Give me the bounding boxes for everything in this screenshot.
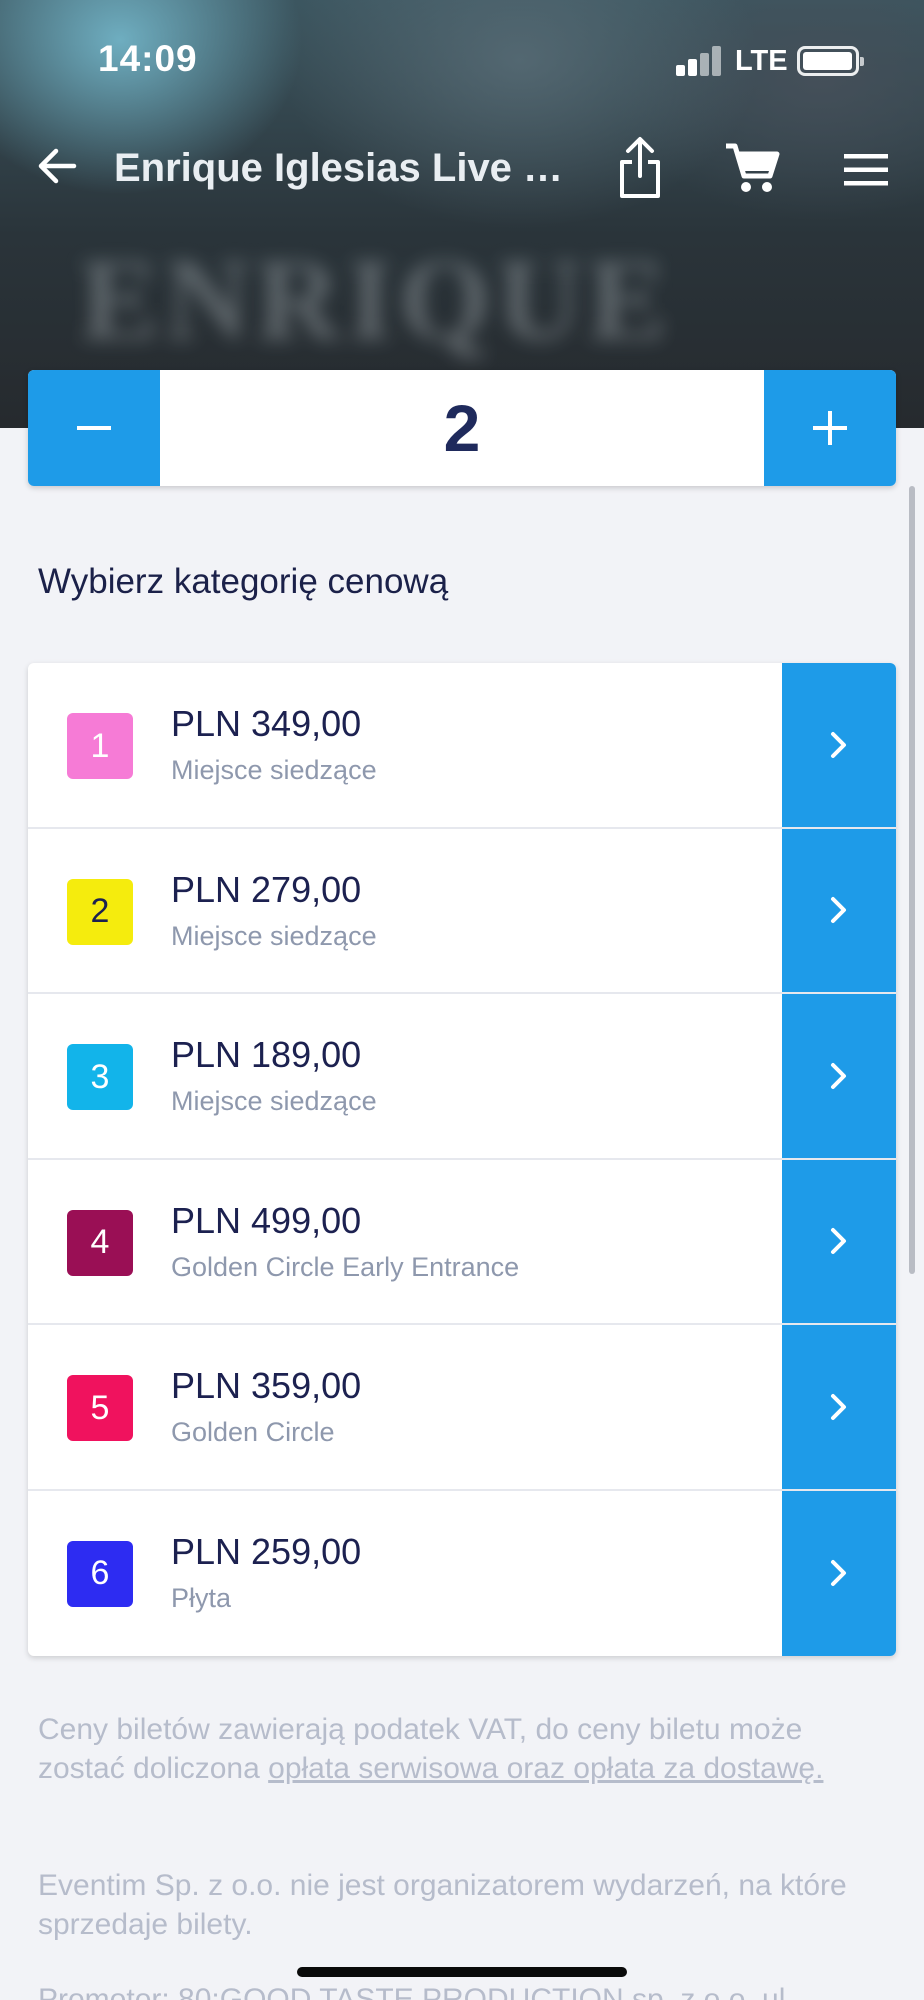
category-description: Miejsce siedzące [171,1086,377,1116]
share-button[interactable] [616,136,664,200]
minus-icon [77,426,111,430]
price-category-list: 1 PLN 349,00 Miejsce siedzące 2 PLN 279,… [28,663,896,1656]
category-description: Golden Circle [171,1417,335,1447]
select-category-button[interactable] [782,1325,896,1489]
category-number-badge: 5 [67,1375,133,1441]
increase-quantity-button[interactable] [764,370,896,486]
category-number-badge: 4 [67,1209,133,1276]
select-category-button[interactable] [782,663,896,827]
category-number-badge: 1 [67,713,133,779]
chevron-right-icon [831,1228,846,1255]
chevron-right-icon [831,1062,846,1089]
decrease-quantity-button[interactable] [28,370,160,486]
chevron-right-icon [831,1560,846,1587]
service-fee-link[interactable]: opłata serwisowa oraz opłata za dostawę. [268,1752,823,1785]
plus-icon [813,411,847,445]
quantity-stepper: 2 [28,370,896,486]
category-price: PLN 279,00 [171,868,362,910]
category-number-badge: 6 [67,1540,133,1607]
signal-strength-icon [676,46,724,76]
chevron-right-icon [831,897,846,924]
organizer-notice: Eventim Sp. z o.o. nie jest organizatore… [38,1869,847,1941]
battery-icon [797,46,864,76]
status-time: 14:09 [98,38,198,79]
price-category-row[interactable]: 5 PLN 359,00 Golden Circle [28,1325,896,1491]
price-category-row[interactable]: 4 PLN 499,00 Golden Circle Early Entranc… [28,1159,896,1325]
back-button[interactable] [34,142,82,190]
backdrop-blurred-text: ENRIQUE [80,234,673,365]
category-price: PLN 499,00 [171,1199,362,1241]
category-price: PLN 349,00 [171,703,362,744]
menu-button[interactable] [842,150,890,190]
cart-icon [726,143,780,192]
price-category-row[interactable]: 6 PLN 259,00 Płyta [28,1490,896,1656]
select-category-button[interactable] [782,1159,896,1323]
promoter-notice: Promotor: 80:GOOD TASTE PRODUCTION sp. z… [38,1983,794,2000]
share-icon [620,137,660,198]
select-category-button[interactable] [782,828,896,992]
price-category-row[interactable]: 1 PLN 349,00 Miejsce siedzące [28,663,896,829]
category-number-badge: 2 [67,878,133,945]
select-category-button[interactable] [782,994,896,1158]
event-title: Enrique Iglesias Live i... [114,146,564,190]
hamburger-menu-icon [844,154,888,186]
chevron-right-icon [831,1393,846,1420]
cart-button[interactable] [724,140,780,196]
quantity-value: 2 [443,391,481,465]
category-description: Płyta [171,1582,232,1613]
select-category-button[interactable] [782,1490,896,1656]
arrow-left-icon [38,148,77,184]
category-description: Golden Circle Early Entrance [171,1251,520,1282]
home-indicator[interactable] [297,1967,627,1977]
section-title: Wybierz kategorię cenową [38,562,449,601]
screen: ENRIQUE 14:09 LTE Enrique Iglesias Live … [0,0,924,2000]
category-description: Miejsce siedzące [171,920,377,951]
category-number-badge: 3 [67,1044,133,1110]
price-category-row[interactable]: 3 PLN 189,00 Miejsce siedzące [28,994,896,1160]
category-price: PLN 359,00 [171,1365,362,1406]
category-description: Miejsce siedzące [171,755,377,785]
vat-notice: Ceny biletów zawierają podatek VAT, do c… [38,1710,878,1788]
category-price: PLN 259,00 [171,1530,362,1572]
chevron-right-icon [831,731,846,758]
network-type: LTE [735,45,788,77]
price-category-row[interactable]: 2 PLN 279,00 Miejsce siedzące [28,828,896,994]
scrollbar[interactable] [909,486,915,1274]
category-price: PLN 189,00 [171,1034,362,1075]
